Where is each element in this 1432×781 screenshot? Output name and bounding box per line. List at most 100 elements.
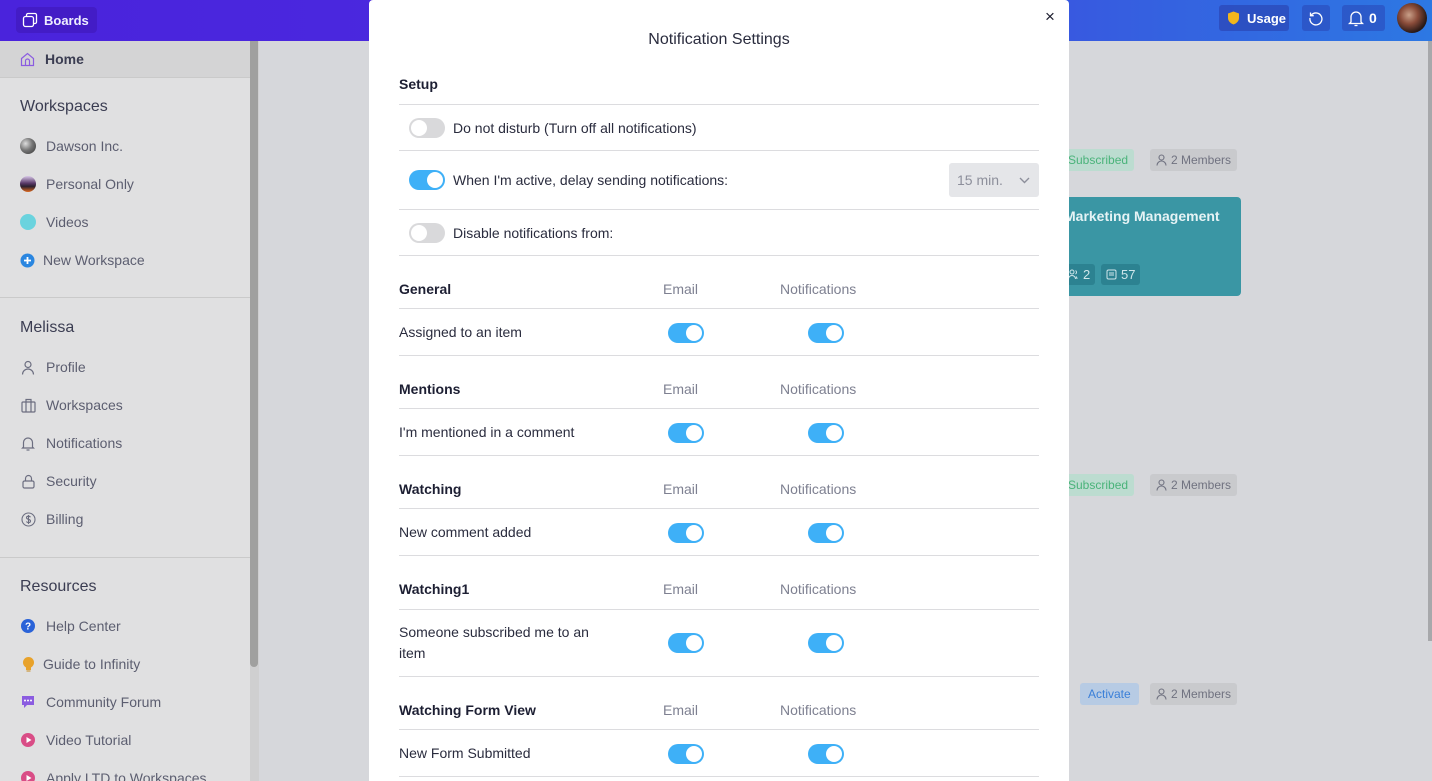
- sidebar-item-profile[interactable]: Profile: [20, 357, 86, 377]
- sidebar-item-security[interactable]: Security: [20, 471, 97, 491]
- board-members-count: 2: [1083, 267, 1091, 282]
- help-icon: ?: [21, 619, 35, 633]
- bell-icon: [1348, 10, 1364, 26]
- board-card[interactable]: Marketing Management 2 57: [1060, 197, 1241, 296]
- sidebar-resource-help-center[interactable]: ? Help Center: [20, 616, 121, 636]
- close-icon[interactable]: ×: [1041, 7, 1059, 26]
- home-label: Home: [45, 51, 84, 67]
- disable-notifications-toggle[interactable]: [409, 223, 445, 243]
- sidebar-item-billing[interactable]: Billing: [20, 509, 83, 529]
- delay-notifications-toggle[interactable]: [409, 170, 445, 190]
- user-icon: [1156, 688, 1167, 700]
- email-toggle[interactable]: [668, 633, 704, 653]
- disable-notifications-label: Disable notifications from:: [453, 225, 614, 241]
- sidebar-resource-community[interactable]: Community Forum: [20, 692, 161, 712]
- sidebar-resource-video-tutorial[interactable]: Video Tutorial: [20, 730, 131, 750]
- notification-toggle[interactable]: [808, 744, 844, 764]
- workspace-avatar: [20, 176, 36, 192]
- notifications-button[interactable]: 0: [1342, 5, 1385, 31]
- main-scrollbar[interactable]: [1428, 41, 1432, 641]
- members-label: 2 Members: [1171, 478, 1232, 492]
- divider: [399, 609, 1039, 610]
- workspace-avatar: [20, 214, 36, 230]
- notification-toggle[interactable]: [808, 523, 844, 543]
- chevron-down-icon: [1019, 177, 1030, 183]
- svg-text:?: ?: [25, 622, 31, 633]
- sidebar-item-home[interactable]: Home: [0, 41, 250, 78]
- section-heading-general: General: [399, 281, 452, 297]
- divider: [399, 209, 1039, 210]
- members-badge[interactable]: 2 Members: [1150, 149, 1238, 171]
- delay-row: When I'm active, delay sending notificat…: [409, 170, 728, 190]
- lightbulb-icon: [22, 656, 34, 671]
- boards-button[interactable]: Boards: [16, 7, 97, 33]
- users-icon: [1068, 269, 1078, 280]
- sidebar-workspace-personal[interactable]: Personal Only: [20, 174, 134, 194]
- column-email: Email: [663, 381, 699, 397]
- sidebar-resource-guide[interactable]: Guide to Infinity: [20, 654, 140, 674]
- delay-notifications-label: When I'm active, delay sending notificat…: [453, 172, 729, 188]
- do-not-disturb-row: Do not disturb (Turn off all notificatio…: [409, 118, 697, 138]
- sidebar-item-workspaces[interactable]: Workspaces: [20, 395, 123, 415]
- do-not-disturb-toggle[interactable]: [409, 118, 445, 138]
- sidebar-item-label: Apply LTD to Workspaces: [46, 770, 207, 781]
- lock-icon: [21, 474, 35, 489]
- section-heading-mentions: Mentions: [399, 381, 461, 397]
- home-icon: [20, 52, 35, 66]
- do-not-disturb-label: Do not disturb (Turn off all notificatio…: [453, 120, 697, 136]
- workspace-label: Personal Only: [46, 176, 134, 192]
- email-toggle[interactable]: [668, 523, 704, 543]
- sidebar: Home Workspaces Dawson Inc. Personal Onl…: [0, 41, 250, 781]
- delay-duration-select[interactable]: 15 min.: [949, 163, 1039, 197]
- email-toggle[interactable]: [668, 423, 704, 443]
- column-email: Email: [663, 281, 699, 297]
- board-title: Marketing Management: [1064, 208, 1220, 224]
- email-toggle[interactable]: [668, 323, 704, 343]
- sidebar-divider: [0, 557, 250, 558]
- sidebar-item-label: Workspaces: [46, 397, 123, 413]
- document-icon: [1106, 269, 1117, 280]
- sidebar-resource-apply-ltd[interactable]: Apply LTD to Workspaces: [20, 768, 207, 781]
- sidebar-item-label: Profile: [46, 359, 86, 375]
- user-icon: [1156, 154, 1167, 166]
- chat-icon: [22, 696, 34, 708]
- sidebar-item-label: Help Center: [46, 618, 121, 634]
- column-notifications: Notifications: [780, 481, 857, 497]
- usage-button[interactable]: Usage: [1219, 5, 1289, 31]
- sidebar-scrollbar-thumb[interactable]: [250, 41, 258, 667]
- sidebar-workspace-videos[interactable]: Videos: [20, 212, 89, 232]
- column-notifications: Notifications: [780, 281, 857, 297]
- activate-badge[interactable]: Activate: [1080, 683, 1139, 705]
- status-badge[interactable]: Subscribed: [1062, 474, 1135, 496]
- new-workspace-button[interactable]: New Workspace: [20, 250, 145, 270]
- sidebar-item-label: Community Forum: [46, 694, 162, 710]
- notification-toggle[interactable]: [808, 633, 844, 653]
- section-heading-watching-form-view: Watching Form View: [399, 702, 536, 718]
- column-notifications: Notifications: [780, 581, 857, 597]
- setting-label: New comment added: [399, 524, 532, 540]
- divider: [399, 255, 1039, 256]
- user-avatar[interactable]: [1397, 3, 1427, 33]
- sidebar-divider: [0, 297, 250, 298]
- email-toggle[interactable]: [668, 744, 704, 764]
- workspaces-heading: Workspaces: [20, 98, 108, 115]
- sidebar-item-notifications[interactable]: Notifications: [20, 433, 122, 453]
- workspace-label: Videos: [46, 214, 89, 230]
- notification-settings-modal: × Notification Settings Setup Do not dis…: [369, 0, 1069, 781]
- delay-duration-value: 15 min.: [957, 172, 1003, 188]
- sidebar-item-label: Guide to Infinity: [43, 656, 141, 672]
- boards-icon: [22, 12, 38, 28]
- history-icon: [1309, 12, 1323, 26]
- divider: [399, 308, 1039, 309]
- setup-heading: Setup: [399, 76, 438, 92]
- column-notifications: Notifications: [780, 702, 857, 718]
- members-badge[interactable]: 2 Members: [1150, 474, 1238, 496]
- notification-toggle[interactable]: [808, 423, 844, 443]
- history-button[interactable]: [1302, 5, 1330, 31]
- notification-toggle[interactable]: [808, 323, 844, 343]
- sidebar-workspace-dawson[interactable]: Dawson Inc.: [20, 136, 123, 156]
- sidebar-item-label: Notifications: [46, 435, 123, 451]
- divider: [399, 729, 1039, 730]
- members-badge[interactable]: 2 Members: [1150, 683, 1238, 705]
- status-badge[interactable]: Subscribed: [1062, 149, 1135, 171]
